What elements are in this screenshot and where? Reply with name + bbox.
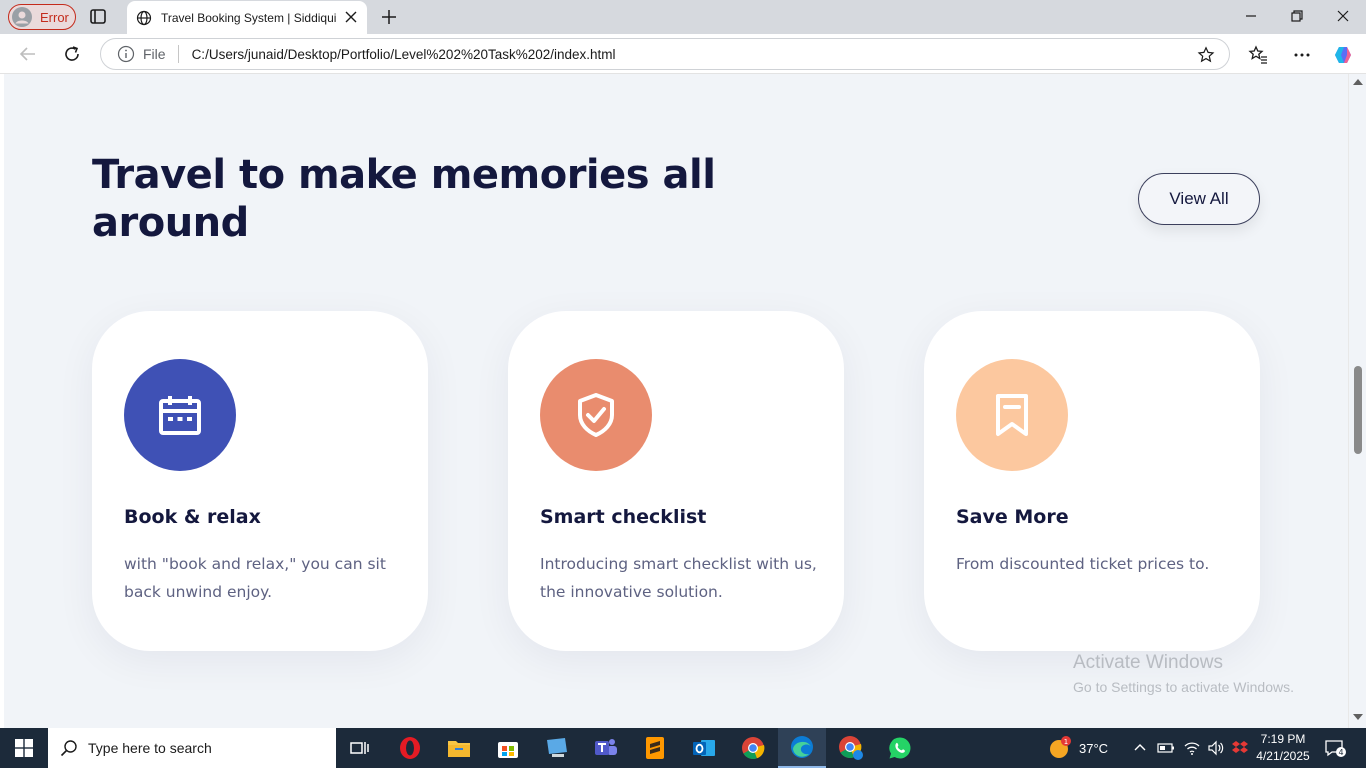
chrome-icon xyxy=(742,737,765,760)
start-button[interactable] xyxy=(0,728,48,768)
refresh-icon[interactable] xyxy=(62,44,82,64)
address-url[interactable]: C:/Users/junaid/Desktop/Portfolio/Level%… xyxy=(192,47,616,62)
restore-icon[interactable] xyxy=(1289,8,1305,24)
back-arrow-icon[interactable] xyxy=(18,44,38,64)
scroll-thumb[interactable] xyxy=(1354,366,1362,454)
store-icon xyxy=(498,742,518,758)
weather-widget[interactable]: 1 37°C xyxy=(1048,728,1108,768)
browser-tab-bar: Error Travel Booking System | Siddiqui xyxy=(0,0,1366,34)
view-all-button[interactable]: View All xyxy=(1138,173,1260,225)
page-viewport: Travel to make memories all around View … xyxy=(0,74,1366,728)
minimize-icon[interactable] xyxy=(1243,8,1259,24)
section-headline: Travel to make memories all around xyxy=(92,152,716,246)
windows-logo-icon xyxy=(15,739,33,757)
edge-icon xyxy=(791,736,813,758)
sublime-icon xyxy=(646,737,664,759)
sublime-text-app[interactable] xyxy=(631,728,679,768)
taskbar-clock[interactable]: 7:19 PM 4/21/2025 xyxy=(1250,731,1316,765)
outlook-icon xyxy=(693,740,715,756)
scheme-label: File xyxy=(143,46,166,62)
feature-card-save-more: Save More From discounted ticket prices … xyxy=(924,311,1260,651)
copilot-icon[interactable] xyxy=(1333,45,1353,65)
favorite-star-icon[interactable] xyxy=(1197,46,1215,64)
chrome-app[interactable] xyxy=(729,728,777,768)
card-title: Smart checklist xyxy=(540,506,707,528)
vertical-scrollbar[interactable] xyxy=(1348,74,1366,728)
profile-avatar-icon xyxy=(12,7,32,27)
feature-card-book-relax: Book & relax with "book and relax," you … xyxy=(92,311,428,651)
teams-icon xyxy=(595,739,617,755)
weather-sun-icon: 1 xyxy=(1050,736,1071,758)
feature-card-smart-checklist: Smart checklist Introducing smart checkl… xyxy=(508,311,844,651)
dropbox-icon[interactable] xyxy=(1231,739,1249,757)
microsoft-store-app[interactable] xyxy=(484,728,532,768)
monitor-icon xyxy=(547,738,567,757)
close-tab-icon[interactable] xyxy=(345,11,357,23)
windows-taskbar: Type here to search 1 37°C 7:19 PM 4/21/… xyxy=(0,728,1366,768)
card-icon-circle xyxy=(956,359,1068,471)
clock-date: 4/21/2025 xyxy=(1256,749,1310,763)
activate-windows-watermark: Activate Windows Go to Settings to activ… xyxy=(1073,652,1294,695)
outlook-app[interactable] xyxy=(680,728,728,768)
scroll-up-arrow-icon[interactable] xyxy=(1353,79,1363,85)
svg-text:1: 1 xyxy=(1064,738,1068,746)
task-view-icon xyxy=(350,742,369,754)
opera-icon xyxy=(400,737,420,759)
address-separator xyxy=(177,45,179,63)
volume-icon[interactable] xyxy=(1207,740,1225,756)
clock-time: 7:19 PM xyxy=(1260,732,1306,746)
edge-app[interactable] xyxy=(778,728,826,768)
profile-button[interactable]: Error xyxy=(8,4,76,30)
card-description: Introducing smart checklist with us, the… xyxy=(540,555,817,601)
new-tab-icon[interactable] xyxy=(380,8,398,26)
wifi-icon[interactable] xyxy=(1183,740,1201,756)
tab-travel-booking[interactable]: Travel Booking System | Siddiqui xyxy=(127,1,367,34)
close-window-icon[interactable] xyxy=(1335,8,1351,24)
browser-toolbar: File C:/Users/junaid/Desktop/Portfolio/L… xyxy=(0,34,1366,74)
remote-desktop-app[interactable] xyxy=(533,728,581,768)
globe-icon xyxy=(136,10,152,25)
tab-title: Travel Booking System | Siddiqui xyxy=(161,10,337,25)
chevron-up-icon[interactable] xyxy=(1133,741,1147,755)
card-description: with "book and relax," you can sit back … xyxy=(124,555,386,601)
info-icon[interactable] xyxy=(117,45,135,63)
chrome-profile-icon xyxy=(839,736,863,760)
card-title: Book & relax xyxy=(124,506,261,528)
card-icon-circle xyxy=(540,359,652,471)
notification-center-button[interactable]: 4 xyxy=(1324,728,1346,768)
watermark-title: Activate Windows xyxy=(1073,652,1223,673)
teams-app[interactable] xyxy=(582,728,630,768)
whatsapp-app[interactable] xyxy=(876,728,924,768)
bookmark-icon xyxy=(996,394,1028,436)
svg-text:4: 4 xyxy=(1338,748,1343,757)
more-options-icon[interactable] xyxy=(1292,45,1312,65)
notification-icon: 4 xyxy=(1325,740,1346,757)
chrome-profile-app[interactable] xyxy=(827,728,875,768)
system-tray[interactable] xyxy=(1133,728,1249,768)
card-icon-circle xyxy=(124,359,236,471)
shield-check-icon xyxy=(578,393,614,437)
weather-temperature: 37°C xyxy=(1079,740,1109,756)
opera-app[interactable] xyxy=(386,728,434,768)
search-icon xyxy=(60,740,77,757)
calendar-icon xyxy=(159,396,201,435)
page-left-edge xyxy=(0,74,4,728)
search-placeholder: Type here to search xyxy=(88,740,212,756)
favorites-icon[interactable] xyxy=(1248,45,1268,65)
battery-icon[interactable] xyxy=(1157,741,1175,755)
file-explorer-app[interactable] xyxy=(435,728,483,768)
folder-icon xyxy=(448,741,470,757)
taskbar-search-box[interactable]: Type here to search xyxy=(48,728,336,768)
watermark-subtitle: Go to Settings to activate Windows. xyxy=(1073,679,1294,695)
card-description: From discounted ticket prices to. xyxy=(956,555,1210,573)
address-bar[interactable]: File C:/Users/junaid/Desktop/Portfolio/L… xyxy=(100,38,1230,70)
profile-status-label: Error xyxy=(40,9,69,25)
tab-actions-icon[interactable] xyxy=(88,7,110,27)
card-title: Save More xyxy=(956,506,1069,528)
whatsapp-icon xyxy=(889,737,911,759)
scroll-down-arrow-icon[interactable] xyxy=(1353,714,1363,720)
task-view-button[interactable] xyxy=(336,728,384,768)
